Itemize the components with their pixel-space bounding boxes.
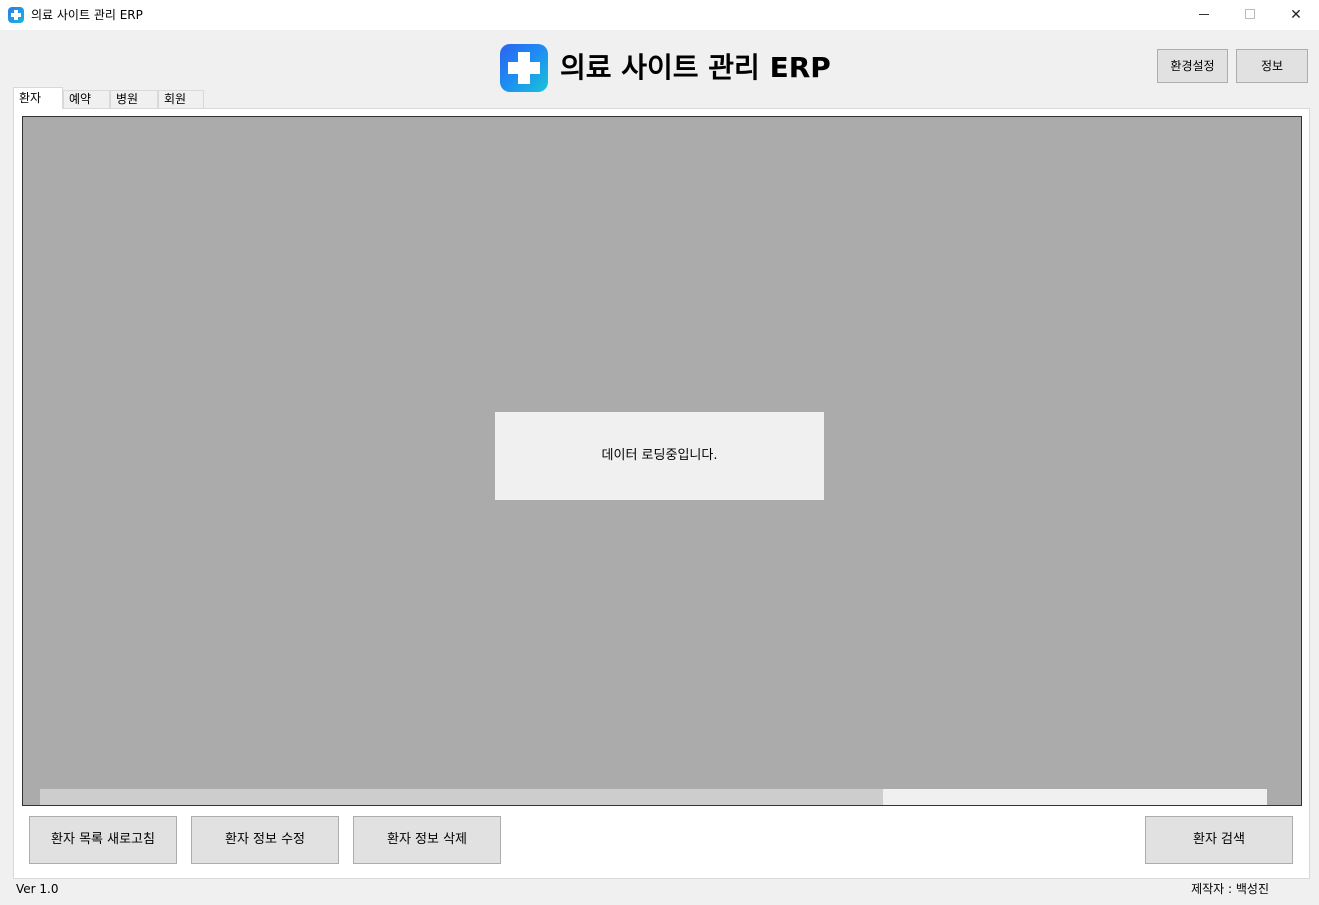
minimize-button[interactable]	[1181, 0, 1227, 30]
tab-patients[interactable]: 환자	[13, 87, 63, 109]
info-button[interactable]: 정보	[1236, 49, 1308, 83]
tab-members[interactable]: 회원	[158, 90, 204, 108]
settings-button[interactable]: 환경설정	[1157, 49, 1228, 83]
horizontal-scrollbar[interactable]	[40, 789, 1267, 805]
refresh-patient-list-button[interactable]: 환자 목록 새로고침	[29, 816, 177, 864]
medical-cross-icon	[500, 44, 548, 92]
maximize-icon	[1245, 9, 1255, 19]
minimize-icon	[1199, 14, 1209, 15]
author-label: 제작자 : 백성진	[1191, 882, 1269, 896]
medical-cross-icon	[8, 7, 24, 23]
window-title: 의료 사이트 관리 ERP	[31, 8, 143, 22]
close-icon: ✕	[1290, 7, 1302, 23]
version-label: Ver 1.0	[16, 882, 59, 896]
window-titlebar: 의료 사이트 관리 ERP ✕	[0, 0, 1319, 30]
close-button[interactable]: ✕	[1273, 0, 1319, 30]
tab-reservations[interactable]: 예약	[63, 90, 110, 108]
patient-data-grid[interactable]: 데이터 로딩중입니다.	[22, 116, 1302, 806]
page-title: 의료 사이트 관리 ERP	[560, 51, 831, 84]
loading-message: 데이터 로딩중입니다.	[495, 412, 824, 500]
delete-patient-button[interactable]: 환자 정보 삭제	[353, 816, 501, 864]
maximize-button[interactable]	[1227, 0, 1273, 30]
edit-patient-button[interactable]: 환자 정보 수정	[191, 816, 339, 864]
tab-hospitals[interactable]: 병원	[110, 90, 158, 108]
scrollbar-thumb[interactable]	[40, 789, 883, 805]
search-patient-button[interactable]: 환자 검색	[1145, 816, 1293, 864]
